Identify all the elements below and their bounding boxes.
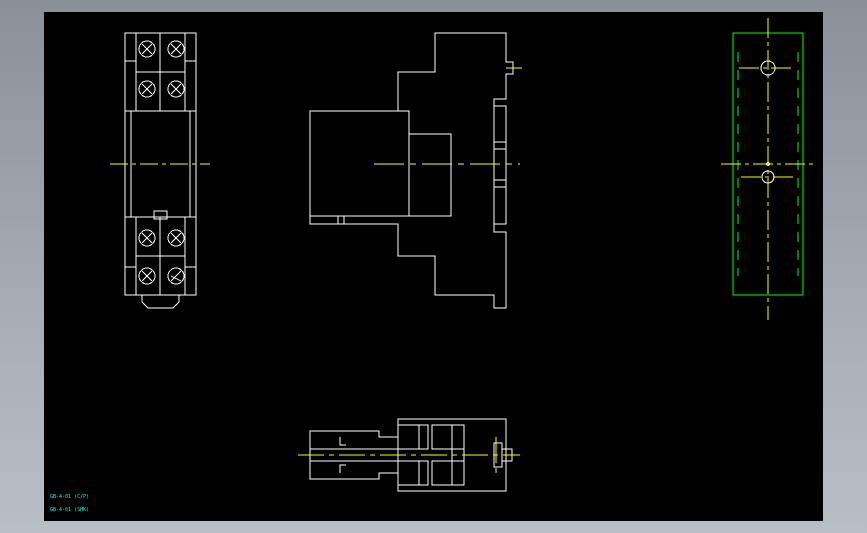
drawing-canvas[interactable]: GB-4-01 (C/P) GB-4-01 (SHK) [44,12,823,521]
bottom-view-centerline [298,437,520,474]
annotation-line-2: GB-4-01 (SHK) [50,507,90,513]
side-view [309,32,514,309]
annotation-line-1: GB-4-01 (C/P) [50,494,90,500]
front-view [124,32,197,309]
terminal-screws [138,40,185,285]
end-view-centerlines [721,18,814,320]
side-view-centerline [374,67,522,165]
